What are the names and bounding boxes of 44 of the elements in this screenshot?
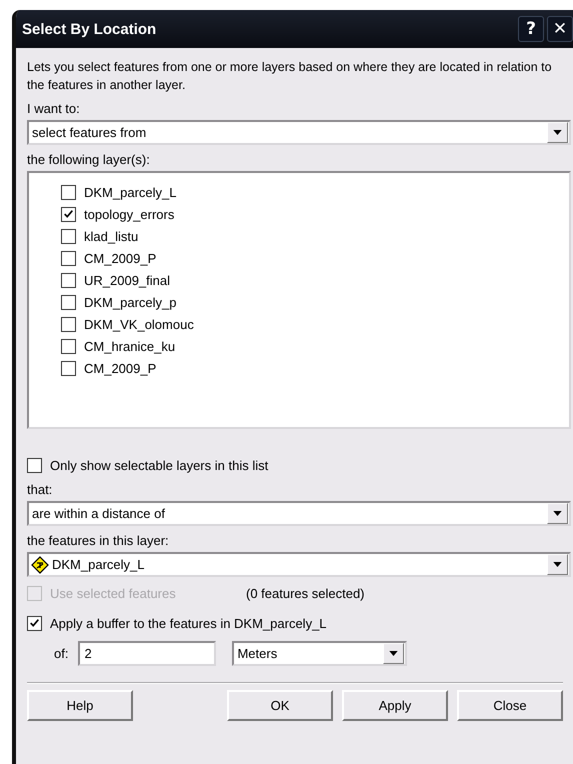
source-layer-dropdown[interactable]: DKM_parcely_L xyxy=(27,552,571,577)
field-label: that: xyxy=(27,482,52,497)
field-label: of: xyxy=(54,646,68,661)
checkbox[interactable] xyxy=(27,616,42,630)
help-button[interactable]: Help xyxy=(27,690,133,721)
field-label: the following layer(s): xyxy=(27,152,150,167)
checkbox[interactable] xyxy=(61,228,76,244)
checkbox[interactable] xyxy=(61,316,76,332)
layer-name[interactable]: DKM_parcely_L xyxy=(84,184,176,200)
method-dropdown[interactable]: select features from xyxy=(27,120,571,145)
checkmark-icon xyxy=(63,208,74,220)
distance-field[interactable]: 2 xyxy=(78,641,216,666)
close-button[interactable]: ✕ xyxy=(547,16,573,42)
checkbox-label[interactable]: Apply a buffer to the features in DKM_parcely_L xyxy=(50,616,327,630)
layer-name[interactable]: UR_2009_final xyxy=(84,272,170,288)
checkbox[interactable] xyxy=(61,338,76,354)
layer-name[interactable]: klad_listu xyxy=(84,228,138,244)
field-label: the features in this layer: xyxy=(27,533,169,548)
apply-button[interactable]: Apply xyxy=(342,690,448,721)
checkbox[interactable] xyxy=(61,360,76,376)
layer-name[interactable]: CM_2009_P xyxy=(84,360,156,376)
unit-dropdown[interactable]: Meters xyxy=(232,641,408,666)
selection-count: (0 features selected) xyxy=(246,586,365,600)
checkmark-icon xyxy=(29,618,40,628)
checkbox[interactable] xyxy=(27,458,42,472)
checkbox[interactable] xyxy=(61,294,76,310)
checkbox[interactable] xyxy=(61,250,76,266)
checkbox-label[interactable]: Only show selectable layers in this list xyxy=(50,458,268,472)
layer-name[interactable]: DKM_VK_olomouc xyxy=(84,316,194,332)
close-button[interactable]: Close xyxy=(457,690,563,721)
layer-name[interactable]: topology_errors xyxy=(84,206,174,222)
layer-symbol-icon xyxy=(31,556,49,574)
layer-name[interactable]: DKM_parcely_p xyxy=(84,294,176,310)
help-button[interactable]: ? xyxy=(518,16,544,42)
field-label: I want to: xyxy=(27,101,80,116)
layer-name[interactable]: CM_2009_P xyxy=(84,250,156,266)
checkbox[interactable] xyxy=(61,206,76,222)
checkbox[interactable] xyxy=(61,184,76,200)
relation-dropdown[interactable]: are within a distance of xyxy=(27,501,571,526)
layer-name[interactable]: CM_hranice_ku xyxy=(84,338,176,354)
ok-button[interactable]: OK xyxy=(227,690,333,721)
window-title: Select By Location xyxy=(22,20,156,38)
checkbox[interactable] xyxy=(61,272,76,288)
description-text: Lets you select features from one or more layers based on where they are located in relation to the features in another layer. xyxy=(27,59,553,94)
